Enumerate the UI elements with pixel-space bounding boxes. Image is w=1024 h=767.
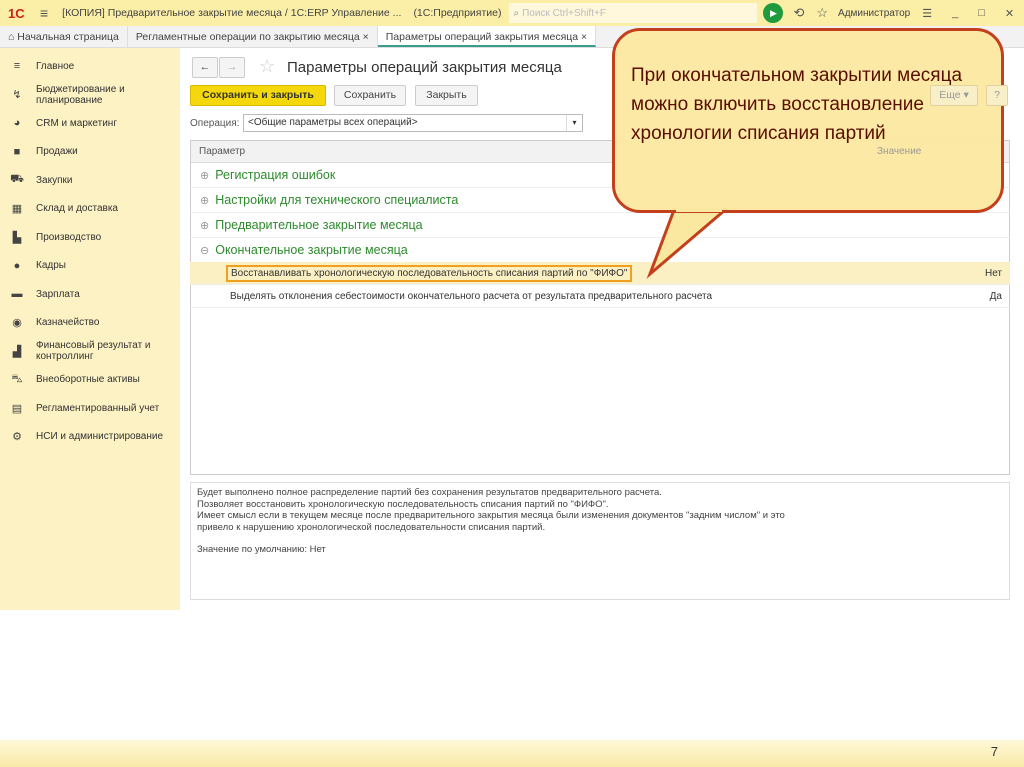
page-title: Параметры операций закрытия месяца bbox=[287, 59, 562, 76]
title-bar: 1С ≡ [КОПИЯ] Предварительное закрытие ме… bbox=[0, 0, 1024, 26]
sidebar-item-sales[interactable]: ■ Продажи bbox=[0, 138, 180, 167]
sidebar-item-regulated[interactable]: ▤ Регламентированный учет bbox=[0, 394, 180, 423]
gear-icon: ⚙ bbox=[12, 431, 22, 444]
history-icon[interactable]: ⟲ bbox=[793, 5, 804, 21]
save-button[interactable]: Сохранить bbox=[334, 85, 406, 106]
more-button[interactable]: Еще ▾ bbox=[930, 85, 978, 106]
table-row[interactable]: Выделять отклонения себестоимости оконча… bbox=[190, 285, 1010, 308]
sidebar-item-main[interactable]: ≡ Главное bbox=[0, 52, 180, 81]
sidebar-item-assets[interactable]: ⛍ Внеоборотные активы bbox=[0, 366, 180, 395]
user-name[interactable]: Администратор bbox=[838, 8, 910, 19]
callout: При окончательном закрытии месяца можно … bbox=[612, 28, 1004, 213]
sidebar-item-treasury[interactable]: ◉ Казначейство bbox=[0, 309, 180, 338]
forward-button[interactable]: → bbox=[219, 57, 245, 78]
operation-label: Операция: bbox=[190, 118, 240, 129]
budget-icon: ↯ bbox=[12, 89, 22, 102]
sidebar-item-crm[interactable]: ◕ CRM и маркетинг bbox=[0, 109, 180, 138]
wallet-icon: ▬ bbox=[11, 288, 23, 301]
expand-icon[interactable]: ⊕ bbox=[200, 194, 209, 207]
sidebar-item-finance[interactable]: ▟ Финансовый результат и контроллинг bbox=[0, 337, 180, 366]
document-icon: ▤ bbox=[11, 402, 23, 415]
sidebar-item-warehouse[interactable]: ▦ Склад и доставка bbox=[0, 195, 180, 224]
description-box: Будет выполнено полное распределение пар… bbox=[190, 482, 1010, 600]
sidebar-item-budget[interactable]: ↯ Бюджетирование и планирование bbox=[0, 81, 180, 110]
person-icon: ● bbox=[13, 259, 21, 272]
sidebar-item-purchases[interactable]: ⛟ Закупки bbox=[0, 166, 180, 195]
favorite-star-icon[interactable]: ☆ bbox=[259, 56, 275, 77]
menu-icon: ≡ bbox=[13, 60, 21, 73]
home-icon: ⌂ bbox=[8, 31, 18, 43]
search-icon: ⌕ bbox=[513, 7, 520, 19]
coin-icon: ◉ bbox=[12, 317, 22, 330]
factory-icon: ▙ bbox=[12, 231, 22, 244]
dropdown-icon[interactable]: ▾ bbox=[566, 115, 582, 131]
maximize-icon[interactable]: □ bbox=[978, 7, 985, 19]
tab-routine-operations[interactable]: Регламентные операции по закрытию месяца… bbox=[128, 26, 378, 47]
callout-tail-cover bbox=[676, 208, 722, 212]
crm-icon: ◕ bbox=[13, 117, 21, 130]
minimize-icon[interactable]: _ bbox=[952, 7, 958, 19]
app-name: (1С:Предприятие) bbox=[413, 7, 502, 19]
tab-home[interactable]: ⌂ Начальная страница bbox=[0, 26, 128, 47]
expand-icon[interactable]: ⊕ bbox=[200, 219, 209, 232]
bag-icon: ■ bbox=[13, 145, 21, 158]
sidebar-item-admin[interactable]: ⚙ НСИ и администрирование bbox=[0, 423, 180, 452]
save-and-close-button[interactable]: Сохранить и закрыть bbox=[190, 85, 326, 106]
back-button[interactable]: ← bbox=[192, 57, 218, 78]
main-menu-icon[interactable]: ≡ bbox=[40, 5, 48, 21]
operation-select[interactable]: <Общие параметры всех операций> ▾ bbox=[243, 114, 583, 132]
sidebar-item-salary[interactable]: ▬ Зарплата bbox=[0, 280, 180, 309]
sidebar-item-production[interactable]: ▙ Производство bbox=[0, 223, 180, 252]
sidebar: ≡ Главное ↯ Бюджетирование и планирование … bbox=[0, 48, 180, 610]
window-title: [КОПИЯ] Предварительное закрытие месяца … bbox=[62, 7, 402, 19]
slide-number: 7 bbox=[990, 744, 998, 759]
cart-icon: ⛟ bbox=[10, 173, 24, 186]
chart-icon: ▟ bbox=[12, 345, 22, 358]
tab-operation-params[interactable]: Параметры операций закрытия месяца × bbox=[377, 26, 597, 47]
slide-footer: 7 bbox=[0, 740, 1024, 767]
collapse-icon[interactable]: ⊖ bbox=[200, 244, 209, 257]
warehouse-icon: ▦ bbox=[11, 203, 23, 216]
value-column-header: Значение bbox=[877, 146, 922, 157]
help-button[interactable]: ? bbox=[986, 85, 1008, 106]
close-tab-icon[interactable]: × bbox=[363, 31, 369, 43]
close-tab-icon[interactable]: × bbox=[581, 31, 587, 43]
search-input[interactable]: ⌕ Поиск Ctrl+Shift+F bbox=[509, 3, 758, 23]
run-icon[interactable]: ▶ bbox=[763, 3, 784, 23]
close-button[interactable]: Закрыть bbox=[415, 85, 478, 106]
sidebar-item-hr[interactable]: ● Кадры bbox=[0, 252, 180, 281]
car-icon: ⛍ bbox=[11, 372, 23, 385]
logo: 1С bbox=[8, 5, 25, 21]
close-icon[interactable]: ✕ bbox=[1005, 7, 1014, 20]
expand-icon[interactable]: ⊕ bbox=[200, 169, 209, 182]
settings-icon[interactable]: ☰ bbox=[922, 7, 932, 20]
star-icon[interactable]: ☆ bbox=[816, 5, 828, 21]
